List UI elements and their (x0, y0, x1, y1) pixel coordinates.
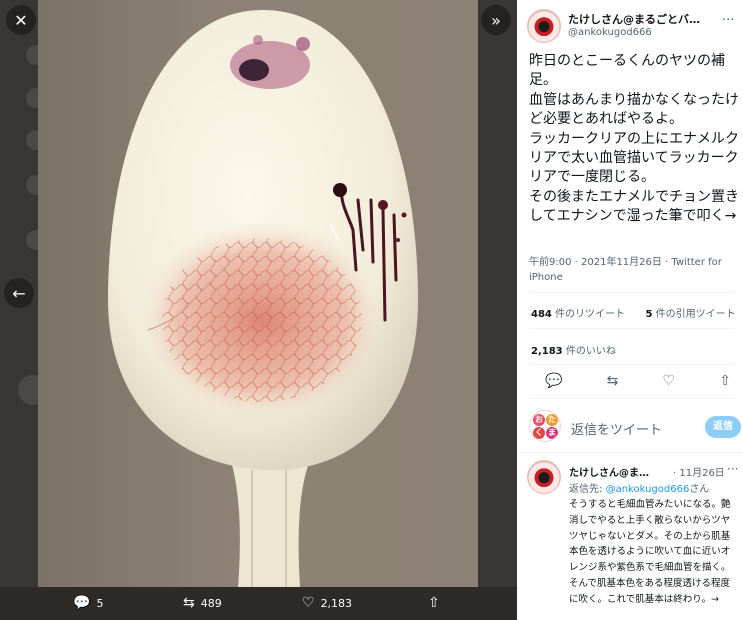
replying-to: 返信先: @ankokugod666さん (569, 484, 710, 495)
retweet-icon: ⇆ (183, 595, 195, 611)
tweet-stats-retweets: 484 件のリツイート 5 件の引用ツイート (531, 305, 736, 320)
reply-count: 5 (96, 596, 104, 610)
tweet-actions: 💬 ⇆ ♡ ⇧ (545, 373, 731, 391)
quote-stat[interactable]: 5 件の引用ツイート (645, 309, 735, 320)
reply-icon[interactable]: 💬 (545, 373, 562, 391)
like-count: 2,183 (320, 596, 353, 610)
share-action[interactable]: ⇧ (428, 595, 440, 611)
tweet-photo[interactable] (38, 0, 478, 587)
painted-spoon-image (108, 10, 418, 587)
heart-icon: ♡ (302, 595, 315, 611)
reply-button[interactable]: 返信 (705, 416, 741, 438)
reply-date[interactable]: · 11月26日 (673, 464, 725, 479)
avatar[interactable] (527, 460, 561, 494)
tweet-author[interactable]: たけしさん@まるごとバナナ @ankokugod666 ··· (527, 9, 739, 43)
retweet-action[interactable]: ⇆ 489 (183, 595, 222, 611)
close-icon[interactable]: ✕ (6, 5, 36, 35)
chevron-double-right-icon[interactable]: » (481, 5, 511, 35)
divider (529, 398, 735, 399)
reply-compose: お た く ま 返信をツイート 返信 (529, 410, 741, 444)
tweet-timestamp[interactable]: 午前9:00 · 2021年11月26日 · Twitter for iPhon… (529, 255, 734, 285)
author-handle[interactable]: @ankokugod666 (568, 27, 652, 38)
retweet-stat[interactable]: 484 件のリツイート (531, 309, 625, 320)
reply-action[interactable]: 💬 5 (73, 595, 103, 611)
reply-text: そうすると毛細血管みたいになる。艶消しでやると上手く散らないからツヤツヤじゃない… (569, 499, 731, 605)
avatar[interactable]: お た く ま (529, 410, 561, 442)
tweet-text: 昨日のとこーるくんのヤツの補足。 血管はあんまり描かなくなったけど必要とあればや… (529, 53, 739, 225)
retweet-count: 489 (200, 596, 222, 610)
retweet-icon[interactable]: ⇆ (607, 373, 619, 391)
tweet-detail-panel: たけしさん@まるごとバナナ @ankokugod666 ··· 昨日のとこーるく… (517, 0, 743, 620)
more-options-icon[interactable]: ··· (722, 13, 734, 28)
avatar[interactable] (527, 9, 561, 43)
tweet-stats-likes[interactable]: 2,183 件のいいね (531, 342, 616, 357)
divider (517, 452, 743, 453)
reply-icon: 💬 (73, 595, 91, 611)
more-options-icon[interactable]: ··· (727, 462, 738, 476)
share-icon[interactable]: ⇧ (719, 373, 731, 391)
like-action[interactable]: ♡ 2,183 (302, 595, 352, 611)
divider (529, 328, 735, 329)
share-icon: ⇧ (428, 595, 440, 611)
reply-input[interactable]: 返信をツイート (571, 419, 662, 438)
arrow-left-icon[interactable]: ← (4, 278, 34, 308)
reply-author-name[interactable]: たけしさん@ま… (569, 464, 649, 479)
replying-to-link[interactable]: @ankokugod666 (606, 484, 690, 495)
divider (529, 292, 735, 293)
divider (529, 364, 735, 365)
author-name[interactable]: たけしさん@まるごとバナナ (568, 11, 700, 27)
media-action-bar: 💬 5 ⇆ 489 ♡ 2,183 ⇧ (0, 587, 517, 620)
heart-icon[interactable]: ♡ (663, 373, 676, 391)
media-viewer: ✕ » ← 💬 5 ⇆ 489 ♡ 2,183 ⇧ (0, 0, 517, 620)
